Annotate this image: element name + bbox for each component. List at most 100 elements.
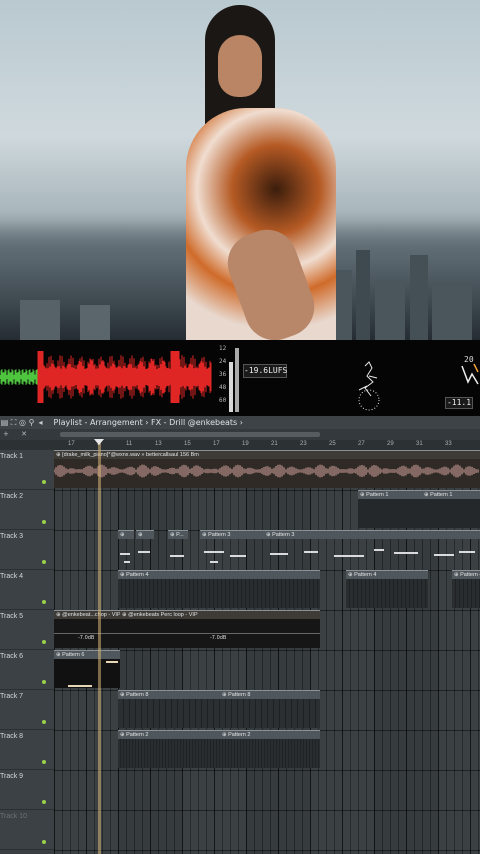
bar-number: 27 [358,441,365,447]
pattern-clip-track8-b[interactable]: ⊕ Pattern 2 [220,730,320,768]
track-mute-led[interactable] [42,760,46,764]
video-frame [0,0,480,340]
clip-title: ⊕ Pattern 6 [54,651,120,659]
track-mute-led[interactable] [42,640,46,644]
track-mute-led[interactable] [42,520,46,524]
bar-number: 21 [271,441,278,447]
track-header[interactable]: Track 5 [0,610,54,650]
track-mute-led[interactable] [42,600,46,604]
pattern-clip-track3-e[interactable]: ⊕ Pattern 3 [264,530,480,568]
lufs-readout: -19.6LUFS [243,364,287,378]
breadcrumb[interactable]: Playlist - Arrangement › FX - Drill @enk… [54,416,243,429]
pattern-clip-track4-a[interactable]: ⊕ Pattern 4 [118,570,320,608]
track-label: Track 3 [0,533,24,540]
menu-icon[interactable]: ▤ [0,416,9,429]
pattern-clip-track6-a[interactable]: ⊕ Pattern 6 [54,650,120,688]
clip-title: ⊕ [118,531,134,539]
bar-number: 23 [300,441,307,447]
track-mute-led[interactable] [42,800,46,804]
clip-title: ⊕ Pattern 1 [422,491,480,499]
bar-number: 29 [387,441,394,447]
clip-title: ⊕ Pattern 8 [220,691,320,699]
clip-title: ⊕ [136,531,154,539]
track-header[interactable]: Track 9 [0,770,54,810]
track-label: Track 8 [0,733,24,740]
clip-title: ⊕ Pattern 2 [118,731,220,739]
pattern-clip-track7-a[interactable]: ⊕ Pattern 8 [118,690,220,728]
audio-clip-track1[interactable]: ⊕ [drake_milk_piano]*@wxnx.wav » betterc… [54,450,480,488]
arrangement-grid[interactable]: ⊕ [drake_milk_piano]*@wxnx.wav » betterc… [54,450,480,854]
pattern-clip-track2-b[interactable]: ⊕ Pattern 1 [422,490,480,528]
cut-icon[interactable]: ✕ [21,430,27,438]
pattern-clip-track4-c[interactable]: ⊕ Pattern 4 [452,570,480,608]
pattern-clip-track3-a[interactable]: ⊕ [118,530,134,568]
meter-scale-12: 12 [219,345,227,352]
track-mute-led[interactable] [42,480,46,484]
track-header[interactable]: Track 10 [0,810,54,850]
clip-title: ⊕ @enkebeats Perc loop - VIP [120,611,320,619]
track-header[interactable]: Track 2 [0,490,54,530]
volume-label: -7.0dB [210,635,227,641]
resize-icon[interactable]: ⛶ [9,416,18,429]
meter-scale-24: 24 [219,358,227,365]
level-meter-right [235,348,239,412]
bar-number: 31 [416,441,423,447]
track-header[interactable]: Track 3 [0,530,54,570]
pattern-clip-track3-d[interactable]: ⊕ Pattern 3 [200,530,264,568]
bar-number: 15 [184,441,191,447]
pattern-clip-track3-b[interactable]: ⊕ [136,530,154,568]
record-icon[interactable]: ◎ [18,416,27,429]
vector-scope-icon [461,363,479,385]
track-header[interactable]: Track 6 [0,650,54,690]
add-icon[interactable]: + [3,430,9,438]
track-header[interactable]: Track 1 [0,450,54,490]
track-label: Track 1 [0,453,24,460]
pattern-clip-track8-a[interactable]: ⊕ Pattern 2 [118,730,220,768]
audio-clip-track5-b[interactable]: ⊕ @enkebeats Perc loop - VIP -7.0dB [120,610,320,648]
clip-title: ⊕ [drake_milk_piano]*@wxnx.wav » betterc… [54,451,480,459]
bar-number: 11 [126,441,133,447]
clip-title: ⊕ Pattern 3 [264,531,480,539]
playhead-marker-icon[interactable] [94,439,104,445]
pattern-clip-track7-b[interactable]: ⊕ Pattern 8 [220,690,320,728]
person-face [218,35,262,97]
track-label: Track 5 [0,613,24,620]
pattern-clip-track4-b[interactable]: ⊕ Pattern 4 [346,570,428,608]
clip-title: ⊕ Pattern 8 [118,691,220,699]
clip-title: ⊕ Pattern 3 [200,531,264,539]
magnet-icon[interactable]: ⚲ [27,416,36,429]
meter-scale-60: 60 [219,397,227,404]
audio-clip-track5-a[interactable]: ⊕ @enkebeat...chop - VIP -7.0dB [54,610,120,648]
spectrum-scope-icon [358,361,380,411]
clip-title: ⊕ Pattern 4 [452,571,480,579]
meter-scale-48: 48 [219,384,227,391]
speaker-icon[interactable]: ◂ [36,416,45,429]
level-meter-left [229,362,233,412]
track-mute-led[interactable] [42,560,46,564]
track-label: Track 7 [0,693,24,700]
bar-number: 33 [445,441,452,447]
clip-title: ⊕ P... [168,531,188,539]
track-header[interactable]: Track 4 [0,570,54,610]
meter-scale-36: 36 [219,371,227,378]
pattern-clip-track3-c[interactable]: ⊕ P... [168,530,188,568]
track-mute-led[interactable] [42,720,46,724]
playhead[interactable] [98,440,101,854]
track-headers: Track 1 Track 2 Track 3 Track 4 Track 5 Track… [0,450,54,854]
bar-number: 19 [242,441,249,447]
track-mute-led[interactable] [42,680,46,684]
track-label: Track 2 [0,493,24,500]
clip-title: ⊕ Pattern 1 [358,491,422,499]
peak-readout: -11.1 [445,397,473,409]
track-header[interactable]: Track 7 [0,690,54,730]
horizontal-scrollbar[interactable] [60,432,320,437]
bar-number: 17 [213,441,220,447]
timeline-ruler[interactable]: 179111315171921232527293133 [0,440,480,450]
track-mute-led[interactable] [42,840,46,844]
track-label: Track 10 [0,813,27,820]
track-header[interactable]: Track 8 [0,730,54,770]
waveform-display [0,351,212,403]
bar-number: 25 [329,441,336,447]
pattern-clip-track2-a[interactable]: ⊕ Pattern 1 [358,490,422,528]
track-label: Track 6 [0,653,24,660]
